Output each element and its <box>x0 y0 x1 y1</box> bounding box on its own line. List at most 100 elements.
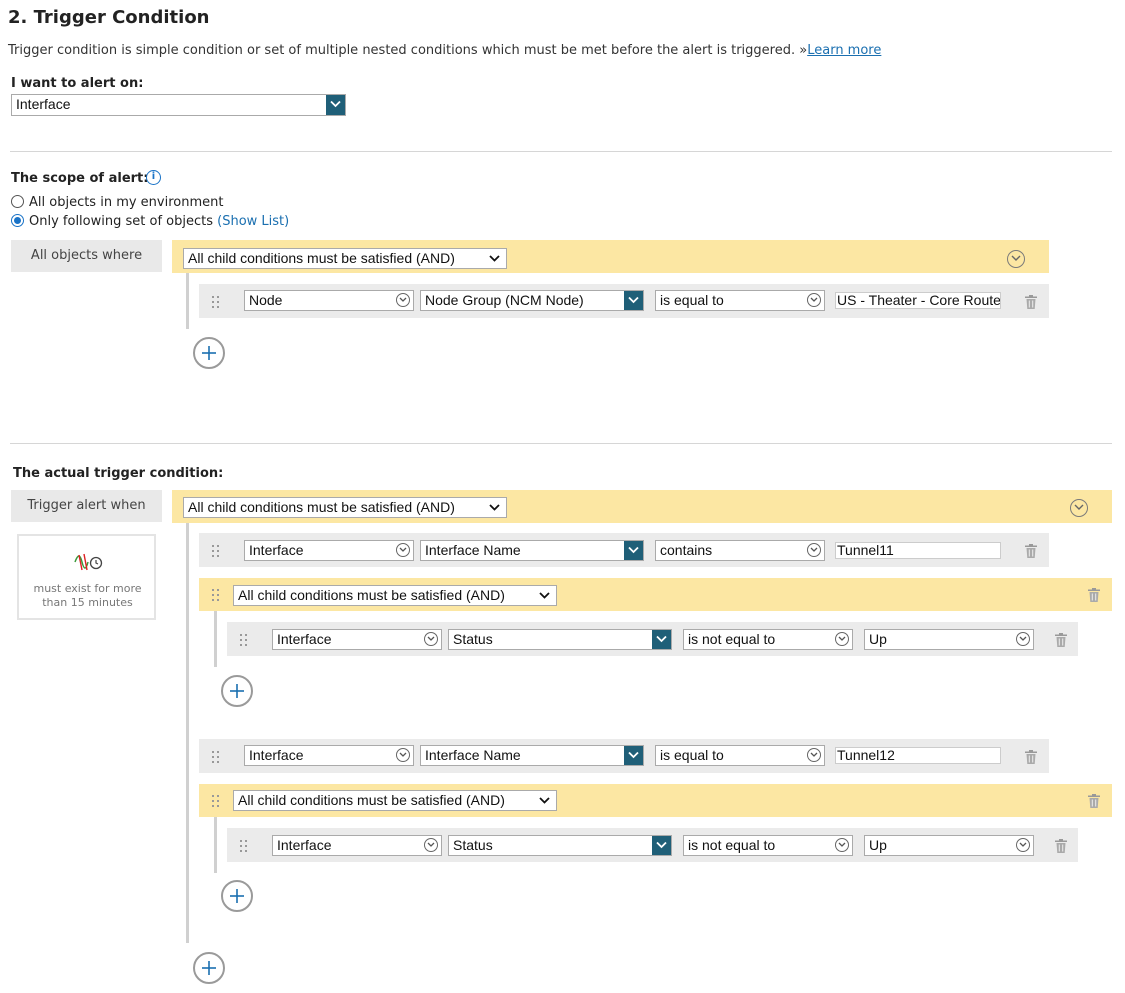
property-value: Status <box>453 631 493 647</box>
drag-handle-icon[interactable] <box>240 840 248 852</box>
tree-line <box>214 817 217 873</box>
tree-line <box>186 273 189 329</box>
trash-icon[interactable] <box>1088 794 1100 808</box>
chevron-down-icon <box>1016 838 1030 852</box>
operator-value: is equal to <box>660 292 724 308</box>
radio-following-label: Only following set of objects (Show List… <box>29 214 289 229</box>
operator-dropdown[interactable]: is not equal to <box>683 835 853 856</box>
operator-dropdown[interactable]: is equal to <box>655 745 825 766</box>
property-dropdown[interactable]: Status <box>448 835 672 856</box>
property-dropdown[interactable]: Status <box>448 629 672 650</box>
field-value: Interface <box>277 631 332 647</box>
alert-on-dropdown[interactable]: Interface <box>11 94 346 116</box>
value-dropdown[interactable]: Up <box>864 629 1034 650</box>
value-input[interactable]: Tunnel12 <box>835 747 1001 764</box>
scope-box-label: All objects where <box>11 240 162 272</box>
field-dropdown[interactable]: Interface <box>272 835 442 856</box>
time-condition-box[interactable]: must exist for more than 15 minutes <box>17 534 156 620</box>
section-description: Trigger condition is simple condition or… <box>8 43 881 58</box>
field-dropdown[interactable]: Interface <box>244 540 414 561</box>
chevron-down-icon <box>624 291 643 310</box>
field-value: Interface <box>249 747 304 763</box>
learn-more-link[interactable]: Learn more <box>807 43 881 58</box>
chevron-down-icon <box>396 293 410 307</box>
value-input[interactable]: Tunnel11 <box>835 542 1001 559</box>
scope-value-input[interactable]: US - Theater - Core Routers <box>835 292 1001 309</box>
drag-handle-icon[interactable] <box>212 589 220 601</box>
chevron-down-icon <box>807 293 821 307</box>
property-value: Interface Name <box>425 542 521 558</box>
value-dropdown[interactable]: Up <box>864 835 1034 856</box>
property-dropdown[interactable]: Interface Name <box>420 745 644 766</box>
add-condition-button[interactable] <box>193 337 225 369</box>
trash-icon[interactable] <box>1025 544 1037 558</box>
value-value: Up <box>869 837 887 853</box>
chevron-down-icon <box>652 630 671 649</box>
radio-all-objects[interactable] <box>11 195 24 208</box>
add-condition-button[interactable] <box>221 880 253 912</box>
scope-group-dropdown[interactable]: All child conditions must be satisfied (… <box>183 248 507 269</box>
property-value: Node Group (NCM Node) <box>425 292 584 308</box>
operator-dropdown[interactable]: contains <box>655 540 825 561</box>
add-condition-button[interactable] <box>221 675 253 707</box>
trigger-group-dropdown[interactable]: All child conditions must be satisfied (… <box>183 497 507 518</box>
operator-value: is equal to <box>660 747 724 763</box>
scope-property-dropdown[interactable]: Node Group (NCM Node) <box>420 290 644 311</box>
drag-handle-icon[interactable] <box>240 634 248 646</box>
drag-handle-icon[interactable] <box>212 795 220 807</box>
collapse-toggle-icon[interactable] <box>1070 499 1088 517</box>
chevron-down-icon <box>624 746 643 765</box>
tree-line <box>214 611 217 667</box>
chevron-down-icon <box>396 543 410 557</box>
chevron-down-icon <box>489 504 500 511</box>
value-value: Up <box>869 631 887 647</box>
scope-field-dropdown[interactable]: Node <box>244 290 414 311</box>
info-icon[interactable]: i <box>146 170 161 185</box>
field-value: Interface <box>277 837 332 853</box>
drag-handle-icon[interactable] <box>212 296 220 308</box>
tree-line <box>186 523 189 943</box>
show-list-link[interactable]: (Show List) <box>217 214 289 229</box>
scope-group-value: All child conditions must be satisfied (… <box>188 250 455 266</box>
field-value: Interface <box>249 542 304 558</box>
chevron-down-icon <box>624 541 643 560</box>
collapse-toggle-icon[interactable] <box>1007 250 1025 268</box>
field-value: Node <box>249 292 283 308</box>
chevron-down-icon <box>807 748 821 762</box>
radio-following-objects[interactable] <box>11 214 24 227</box>
property-dropdown[interactable]: Interface Name <box>420 540 644 561</box>
time-note: must exist for more than 15 minutes <box>33 582 142 609</box>
chevron-down-icon <box>835 838 849 852</box>
divider <box>10 151 1112 152</box>
add-condition-button[interactable] <box>193 952 225 984</box>
trash-icon[interactable] <box>1025 295 1037 309</box>
chevron-down-icon <box>326 95 345 115</box>
group-value: All child conditions must be satisfied (… <box>238 587 505 603</box>
drag-handle-icon[interactable] <box>212 545 220 557</box>
nested-group-dropdown[interactable]: All child conditions must be satisfied (… <box>233 585 557 606</box>
field-dropdown[interactable]: Interface <box>272 629 442 650</box>
chevron-down-icon <box>1016 632 1030 646</box>
nested-group-dropdown[interactable]: All child conditions must be satisfied (… <box>233 790 557 811</box>
following-text: Only following set of objects <box>29 214 213 229</box>
operator-value: is not equal to <box>688 631 776 647</box>
drag-handle-icon[interactable] <box>212 751 220 763</box>
trash-icon[interactable] <box>1055 839 1067 853</box>
chevron-down-icon <box>539 592 550 599</box>
alert-on-value: Interface <box>16 96 71 112</box>
chevron-down-icon <box>807 543 821 557</box>
trigger-group-value: All child conditions must be satisfied (… <box>188 499 455 515</box>
trigger-box-label: Trigger alert when <box>11 490 162 522</box>
trash-icon[interactable] <box>1088 588 1100 602</box>
trash-icon[interactable] <box>1025 750 1037 764</box>
chevron-down-icon <box>835 632 849 646</box>
page-title: 2. Trigger Condition <box>8 7 210 28</box>
trigger-label: The actual trigger condition: <box>13 466 224 481</box>
trash-icon[interactable] <box>1055 633 1067 647</box>
group-value: All child conditions must be satisfied (… <box>238 792 505 808</box>
scope-label: The scope of alert: <box>11 171 149 186</box>
operator-dropdown[interactable]: is not equal to <box>683 629 853 650</box>
field-dropdown[interactable]: Interface <box>244 745 414 766</box>
chevron-down-icon <box>489 255 500 262</box>
scope-operator-dropdown[interactable]: is equal to <box>655 290 825 311</box>
